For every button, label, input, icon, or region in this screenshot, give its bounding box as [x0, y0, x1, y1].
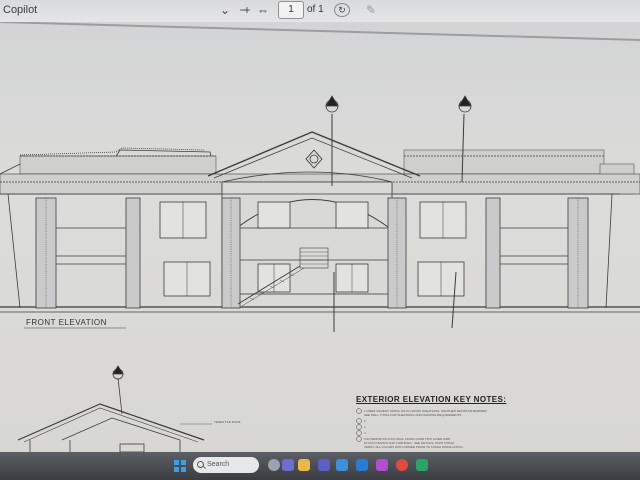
key-notes-title: EXTERIOR ELEVATION KEY NOTES: — [356, 395, 507, 404]
store-icon[interactable] — [416, 459, 428, 471]
chat-icon[interactable] — [282, 459, 294, 471]
key-note: 3 — [364, 425, 366, 429]
widgets-icon[interactable] — [268, 459, 280, 471]
key-note: 4 — [364, 431, 366, 435]
teams-icon[interactable] — [318, 459, 330, 471]
dropdown-icon[interactable]: ⌄ — [218, 2, 232, 18]
page-count-label: of 1 — [307, 4, 324, 15]
taskbar-search[interactable]: Search — [193, 457, 259, 473]
key-note: VERIFY ALL COLORS WITH OWNER PRIOR TO FI… — [364, 445, 463, 449]
roof-tiles-left — [19, 155, 217, 175]
chrome-icon[interactable] — [396, 459, 408, 471]
front-elevation-drawing — [0, 22, 640, 452]
drawing-canvas[interactable]: FRONT ELEVATION EXTERIOR ELEVATION KEY N… — [0, 22, 640, 452]
search-icon — [197, 461, 204, 468]
edge-icon[interactable] — [376, 459, 388, 471]
mail-icon[interactable] — [356, 459, 368, 471]
roof-tiles-right — [403, 149, 605, 175]
taskbar: Search — [0, 452, 640, 480]
viewer-toolbar: Copilot ⌄ − ⇔ + 1 of 1 ↻ ✎ — [0, 0, 640, 23]
front-elevation-label: FRONT ELEVATION — [26, 318, 107, 327]
roof-tile-note: TERRA TILE ROOF — [214, 420, 241, 424]
app-title: Copilot — [3, 4, 38, 16]
zoom-in-button[interactable]: + — [240, 2, 254, 18]
windows-start-icon[interactable] — [174, 460, 186, 472]
fit-page-button[interactable]: ⇔ — [256, 2, 270, 18]
gable-vent — [305, 149, 323, 169]
photos-icon[interactable] — [336, 459, 348, 471]
search-placeholder: Search — [207, 461, 230, 468]
file-explorer-icon[interactable] — [298, 459, 310, 471]
key-note: SEE WALL TYPES FOR SHEATHING AND FRAMING… — [364, 413, 462, 417]
key-note: 2 — [364, 419, 366, 423]
rotate-button[interactable]: ↻ — [334, 3, 350, 17]
page-number-input[interactable]: 1 — [278, 1, 304, 19]
draw-icon[interactable]: ✎ — [364, 2, 378, 18]
